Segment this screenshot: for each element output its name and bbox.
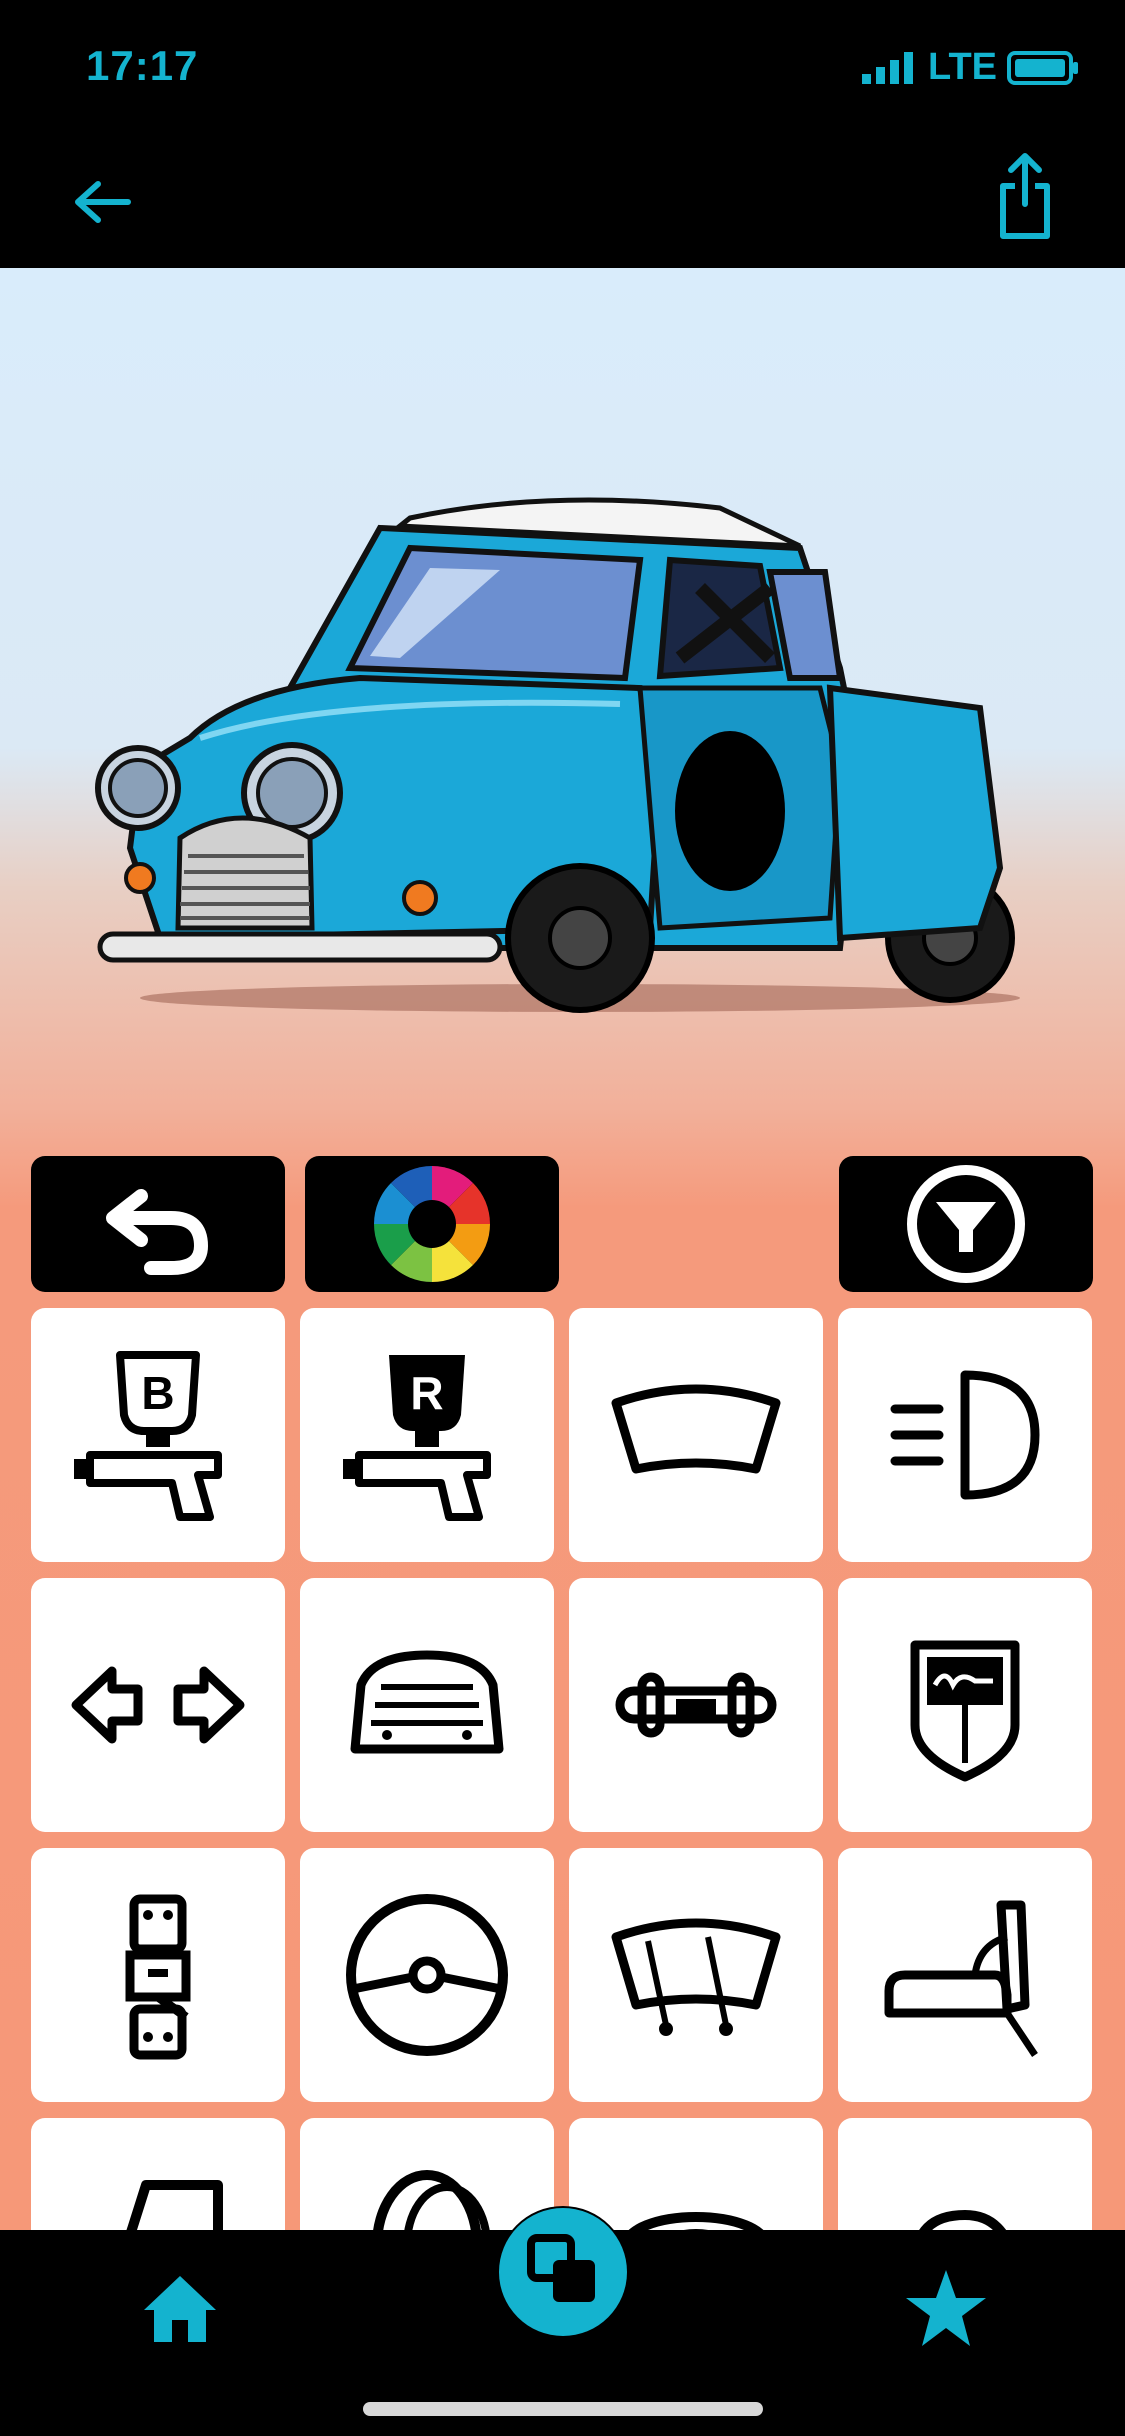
color-wheel-icon xyxy=(374,1166,490,1282)
status-bar: 17:17 LTE xyxy=(0,0,1125,130)
grille-icon xyxy=(350,1650,504,1754)
network-type: LTE xyxy=(928,46,997,88)
undo-icon xyxy=(106,1189,209,1275)
part-tile-indicators[interactable] xyxy=(31,1578,285,1832)
undo-button[interactable] xyxy=(31,1156,285,1292)
part-tile-seat[interactable] xyxy=(838,1848,1092,2102)
seat-icon xyxy=(884,1900,1038,2057)
home-icon xyxy=(144,2276,216,2342)
seatbelt-icon xyxy=(125,1894,191,2060)
paint-letter-label: R xyxy=(410,1367,443,1419)
roof-paint-spray-gun-icon: R xyxy=(343,1355,491,1521)
part-tile-headlight[interactable] xyxy=(838,1308,1092,1562)
part-tile-bumper[interactable] xyxy=(569,1578,823,1832)
part-tile-seatbelt[interactable] xyxy=(31,1848,285,2102)
share-icon xyxy=(1000,153,1050,239)
favorites-star-icon xyxy=(906,2270,986,2346)
color-picker-button[interactable] xyxy=(305,1156,559,1292)
tab-bar xyxy=(0,2206,1125,2436)
headlight-icon xyxy=(890,1370,1040,1500)
base-paint-spray-gun-icon: B xyxy=(74,1351,222,1521)
filter-icon xyxy=(907,1165,1025,1283)
tab-favorites[interactable] xyxy=(904,2266,988,2350)
status-right: LTE xyxy=(862,46,1079,89)
part-tile-base-paint[interactable]: B xyxy=(31,1308,285,1562)
part-tile-badge[interactable] xyxy=(838,1578,1092,1832)
nav-bar xyxy=(0,130,1125,268)
back-button[interactable] xyxy=(72,178,132,226)
tab-garage[interactable] xyxy=(497,2206,629,2338)
steering-wheel-icon xyxy=(346,1894,508,2056)
filter-button[interactable] xyxy=(839,1156,1093,1292)
wipers-icon xyxy=(611,1918,781,2036)
paint-letter-label: B xyxy=(141,1367,174,1419)
part-tile-wipers[interactable] xyxy=(569,1848,823,2102)
windshield-icon xyxy=(611,1384,781,1474)
badge-icon xyxy=(910,1640,1020,1782)
home-indicator xyxy=(363,2402,763,2416)
back-arrow-icon xyxy=(75,181,131,223)
car-preview-canvas: B R xyxy=(0,268,1125,2372)
signal-icon xyxy=(862,51,914,84)
status-time: 17:17 xyxy=(86,42,199,89)
battery-icon xyxy=(1007,50,1078,85)
garage-icon xyxy=(499,2208,627,2336)
share-button[interactable] xyxy=(997,152,1053,242)
part-tile-windshield[interactable] xyxy=(569,1308,823,1562)
car-illustration xyxy=(95,497,1020,1013)
part-tile-grille[interactable] xyxy=(300,1578,554,1832)
tab-home[interactable] xyxy=(140,2268,220,2348)
part-tile-steering-wheel[interactable] xyxy=(300,1848,554,2102)
part-tile-roof-paint[interactable]: R xyxy=(300,1308,554,1562)
indicators-icon xyxy=(71,1666,245,1744)
bumper-icon xyxy=(615,1672,777,1738)
